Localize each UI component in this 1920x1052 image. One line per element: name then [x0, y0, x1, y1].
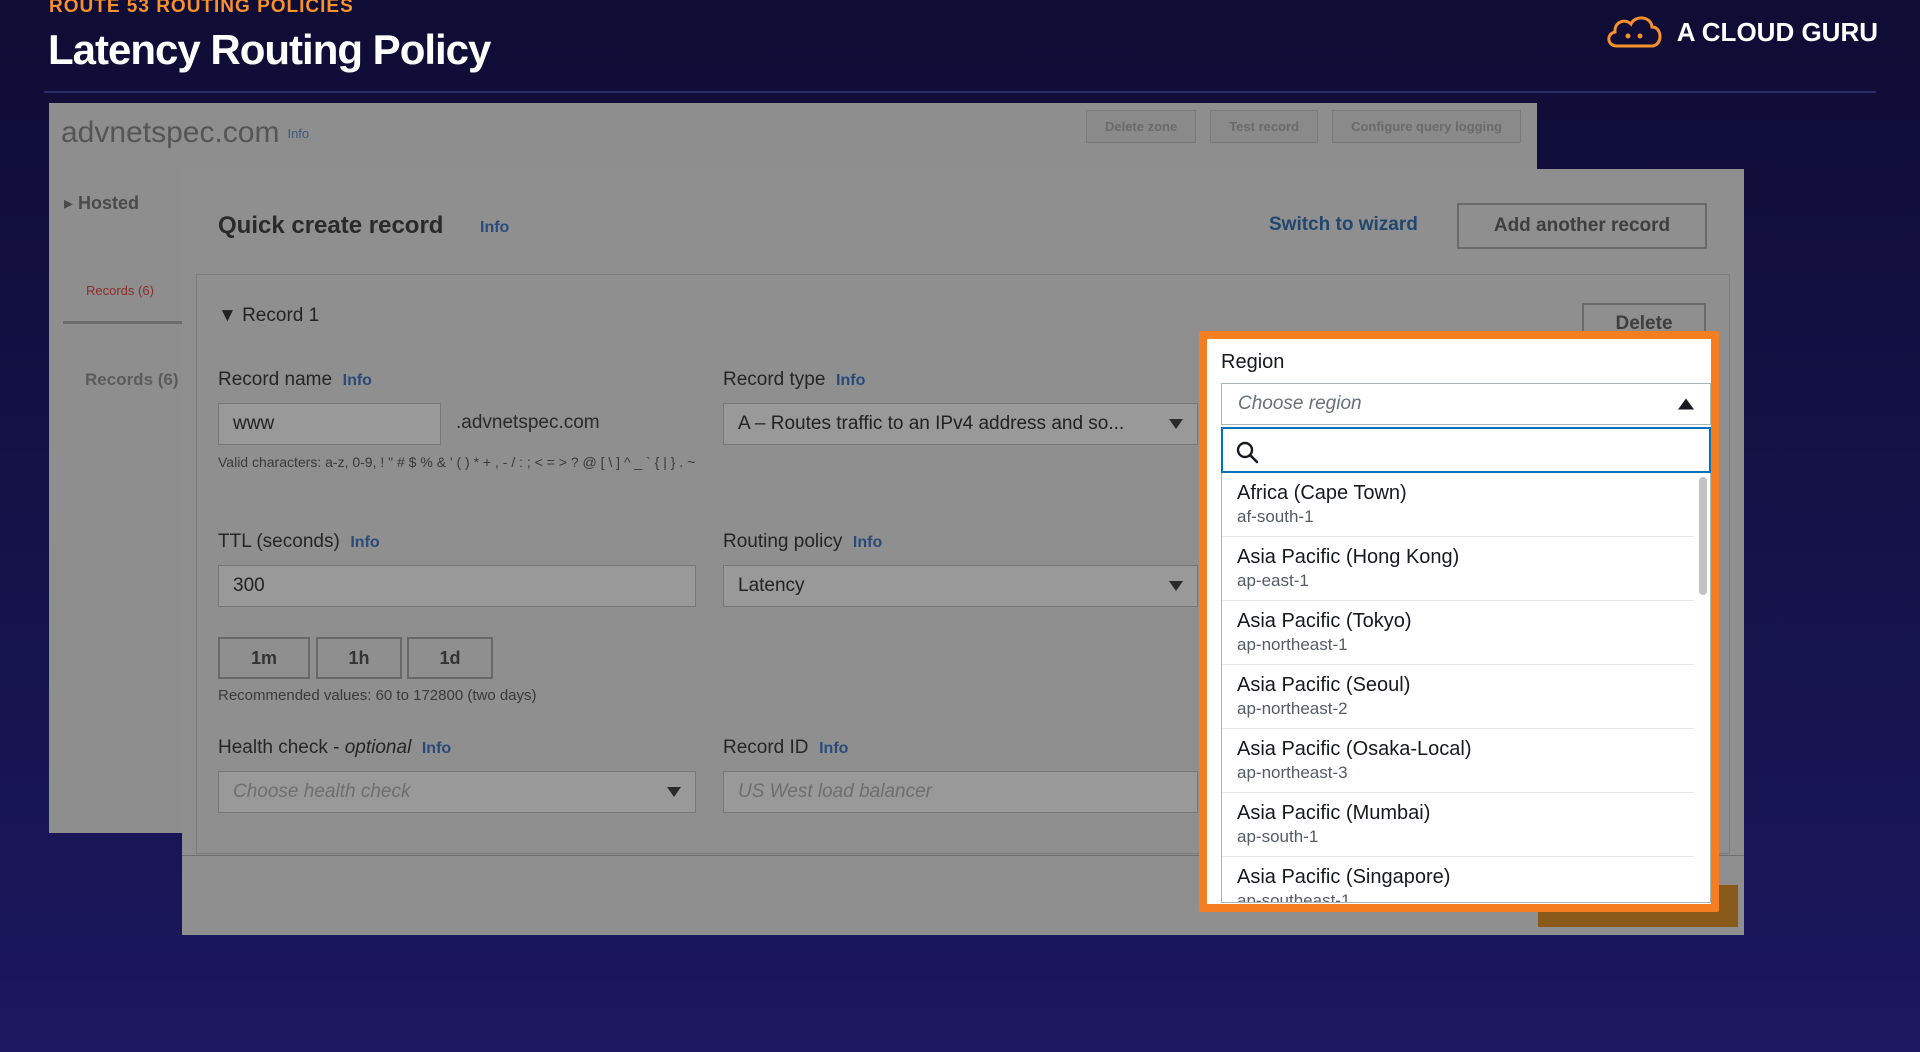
ttl-label: TTL (seconds) Info [218, 531, 380, 552]
record-type-info-link[interactable]: Info [836, 372, 865, 389]
hosted-zone-info-link[interactable]: Info [287, 126, 309, 141]
region-option[interactable]: Asia Pacific (Tokyo) ap-northeast-1 [1222, 601, 1694, 665]
ttl-info-link[interactable]: Info [350, 534, 379, 551]
routing-policy-select[interactable]: Latency [723, 565, 1198, 607]
record-id-label: Record ID Info [723, 737, 849, 758]
configure-query-logging-button[interactable]: Configure query logging [1332, 110, 1521, 143]
hosted-zone-details-toggle[interactable]: ▸ Hosted [64, 193, 139, 214]
record-type-select[interactable]: A – Routes traffic to an IPv4 address an… [723, 403, 1198, 445]
records-heading: Records (6) [85, 370, 179, 389]
record-name-label: Record name Info [218, 369, 372, 390]
cloud-logo-icon [1607, 16, 1662, 48]
delete-zone-button[interactable]: Delete zone [1085, 110, 1197, 143]
ttl-input[interactable]: 300 [218, 565, 696, 607]
domain-suffix: .advnetspec.com [456, 412, 600, 433]
region-select[interactable]: Choose region [1221, 383, 1711, 425]
region-option[interactable]: Asia Pacific (Hong Kong) ap-east-1 [1222, 537, 1694, 601]
health-check-select[interactable]: Choose health check [218, 771, 696, 813]
ttl-1m-button[interactable]: 1m [218, 637, 310, 679]
health-check-label: Health check - optional Info [218, 737, 452, 758]
region-list-scrollbar[interactable] [1699, 477, 1707, 595]
routing-policy-label: Routing policy Info [723, 531, 883, 552]
chevron-down-icon [1169, 419, 1183, 429]
record-id-info-link[interactable]: Info [819, 740, 848, 757]
add-another-record-button[interactable]: Add another record [1457, 203, 1707, 249]
region-option[interactable]: Asia Pacific (Singapore) ap-southeast-1 [1222, 857, 1694, 902]
chevron-down-icon [1169, 581, 1183, 591]
ttl-1h-button[interactable]: 1h [316, 637, 402, 679]
modal-title: Quick create record [218, 212, 444, 239]
records-tab[interactable]: Records (6) [86, 283, 154, 298]
region-option[interactable]: Asia Pacific (Seoul) ap-northeast-2 [1222, 665, 1694, 729]
caret-up-icon [1678, 398, 1694, 410]
ttl-1d-button[interactable]: 1d [407, 637, 493, 679]
record-name-input[interactable]: www [218, 403, 441, 445]
region-option[interactable]: Asia Pacific (Mumbai) ap-south-1 [1222, 793, 1694, 857]
brand-logo: A CLOUD GURU [1603, 12, 1878, 52]
region-options-list[interactable]: Africa (Cape Town) af-south-1 Asia Pacif… [1221, 473, 1711, 903]
header-divider [44, 91, 1876, 93]
region-search-field[interactable] [1221, 427, 1711, 473]
region-option[interactable]: Africa (Cape Town) af-south-1 [1222, 473, 1694, 537]
modal-info-link[interactable]: Info [480, 219, 509, 237]
ttl-help: Recommended values: 60 to 172800 (two da… [218, 687, 537, 704]
switch-to-wizard-link[interactable]: Switch to wizard [1269, 214, 1418, 236]
region-label: Region [1221, 351, 1285, 373]
routing-policy-info-link[interactable]: Info [853, 534, 882, 551]
region-option[interactable]: Asia Pacific (Osaka-Local) ap-northeast-… [1222, 729, 1694, 793]
brand-name: A CLOUD GURU [1676, 16, 1878, 47]
region-dropdown-highlight: Region Choose region Africa (Cape Town) … [1199, 331, 1719, 912]
record-id-input[interactable]: US West load balancer [723, 771, 1198, 813]
chevron-down-icon [667, 787, 681, 797]
record-1-toggle[interactable]: ▼ Record 1 [218, 305, 319, 327]
hosted-zone-name: advnetspec.com [61, 116, 280, 149]
region-search-input[interactable] [1271, 435, 1691, 465]
record-type-label: Record type Info [723, 369, 866, 390]
test-record-button[interactable]: Test record [1210, 110, 1319, 143]
search-icon [1236, 441, 1259, 464]
health-check-info-link[interactable]: Info [422, 740, 451, 757]
slide-title: Latency Routing Policy [48, 26, 491, 73]
slide-eyebrow: ROUTE 53 ROUTING POLICIES [49, 0, 354, 17]
record-name-help: Valid characters: a-z, 0-9, ! " # $ % & … [218, 454, 696, 470]
record-name-info-link[interactable]: Info [343, 372, 372, 389]
